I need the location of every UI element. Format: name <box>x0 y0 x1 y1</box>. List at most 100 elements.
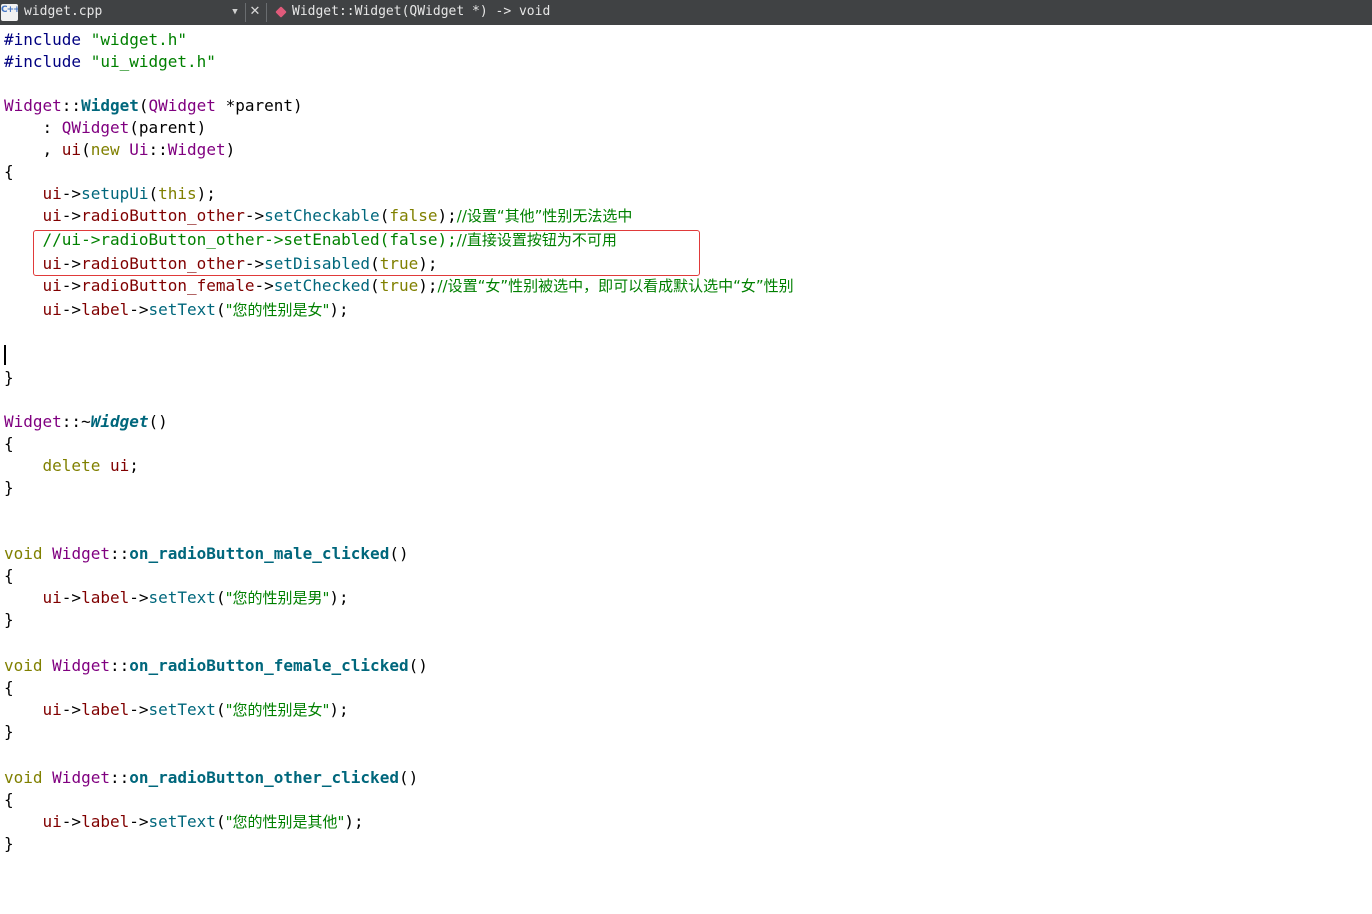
code-line-19: { <box>4 433 14 455</box>
function-call: setupUi <box>81 184 149 203</box>
member-variable: ui <box>109 456 130 475</box>
string-literal: "您的性别是男" <box>225 589 330 607</box>
function-definition: on_radioButton_male_clicked <box>129 544 390 563</box>
member-variable: ui <box>42 276 62 295</box>
function-definition: on_radioButton_female_clicked <box>129 656 409 675</box>
code-token: -> <box>254 276 274 295</box>
toolbar-divider <box>266 3 267 22</box>
code-line-30: { <box>4 677 14 699</box>
code-comment: //设置“女”性别被选中，即可以看成默认选中“女”性别 <box>437 277 794 295</box>
code-token: :: <box>109 544 130 563</box>
code-token: ); <box>418 276 438 295</box>
member-variable: ui <box>42 184 62 203</box>
code-token: { <box>4 566 14 585</box>
code-token: -> <box>129 588 149 607</box>
keyword: void <box>4 544 43 563</box>
namespace-name: Ui <box>129 140 149 159</box>
code-line-20: delete ui; <box>4 455 139 477</box>
code-token: (parent) <box>129 118 207 137</box>
code-token: ( <box>81 140 91 159</box>
editor-toolbar: C++ widget.cpp ▼ ✕ Widget::Widget(QWidge… <box>0 0 1372 25</box>
code-line-6: , ui(new Ui::Widget) <box>4 139 236 161</box>
code-token: ); <box>329 700 349 719</box>
close-file-button[interactable]: ✕ <box>247 4 263 20</box>
toolbar-divider <box>245 3 246 22</box>
class-name: Widget <box>4 412 62 431</box>
file-dropdown-icon[interactable]: ▼ <box>228 4 242 20</box>
code-line-36: ui->label->setText("您的性别是其他"); <box>4 811 364 833</box>
code-line-26: ui->label->setText("您的性别是男"); <box>4 587 349 609</box>
member-variable: ui <box>42 588 62 607</box>
code-token: ); <box>196 184 216 203</box>
code-token: ( <box>379 206 390 225</box>
class-name: Widget <box>4 96 62 115</box>
text-cursor <box>4 345 6 365</box>
code-token: ( <box>215 812 226 831</box>
code-token: ); <box>344 812 364 831</box>
code-line-1: #include "widget.h" <box>4 29 187 51</box>
annotation-highlight-box <box>33 230 700 276</box>
keyword: true <box>379 276 419 295</box>
code-token: -> <box>129 812 149 831</box>
code-token: -> <box>129 700 149 719</box>
code-token: ( <box>215 300 226 319</box>
code-line-25: { <box>4 565 14 587</box>
code-token: -> <box>61 812 82 831</box>
code-line-4: Widget::Widget(QWidget *parent) <box>4 95 303 117</box>
function-call: setCheckable <box>264 206 380 225</box>
code-line-7: { <box>4 161 14 183</box>
function-call: setText <box>148 300 216 319</box>
function-call: setText <box>148 700 216 719</box>
code-line-32: } <box>4 721 14 743</box>
function-call: setChecked <box>273 276 371 295</box>
function-call: setText <box>148 588 216 607</box>
code-token: ( <box>148 184 159 203</box>
string-literal: "您的性别是女" <box>225 301 330 319</box>
code-line-21: } <box>4 477 14 499</box>
member-variable: label <box>81 300 130 319</box>
code-token: :: <box>109 768 130 787</box>
code-token: } <box>4 610 14 629</box>
string-literal: "您的性别是其他" <box>225 813 345 831</box>
class-name: Widget <box>52 544 110 563</box>
code-token: -> <box>61 184 82 203</box>
member-variable: ui <box>61 140 82 159</box>
keyword: delete <box>42 456 101 475</box>
keyword: false <box>389 206 438 225</box>
member-variable: label <box>81 588 130 607</box>
code-line-16: } <box>4 367 14 389</box>
include-path: "ui_widget.h" <box>90 52 216 71</box>
code-comment: //设置“其他”性别无法选中 <box>456 207 633 225</box>
code-token: , <box>4 140 62 159</box>
code-token: : <box>4 118 62 137</box>
code-token: ); <box>437 206 457 225</box>
code-token: () <box>148 412 168 431</box>
member-variable: ui <box>42 812 62 831</box>
code-token: } <box>4 368 14 387</box>
code-editor[interactable]: #include "widget.h" #include "ui_widget.… <box>0 25 1372 914</box>
member-variable: label <box>81 700 130 719</box>
code-token: ( <box>215 700 226 719</box>
code-line-5: : QWidget(parent) <box>4 117 207 139</box>
current-symbol-selector[interactable]: Widget::Widget(QWidget *) -> void <box>292 4 550 19</box>
cpp-file-icon: C++ <box>1 4 18 21</box>
code-token: -> <box>61 588 82 607</box>
code-token: { <box>4 162 14 181</box>
code-token: :: <box>61 96 82 115</box>
code-token: () <box>389 544 409 563</box>
keyword: new <box>90 140 120 159</box>
open-file-name[interactable]: widget.cpp <box>24 4 102 19</box>
class-name: Widget <box>167 140 226 159</box>
code-line-27: } <box>4 609 14 631</box>
code-line-8: ui->setupUi(this); <box>4 183 216 205</box>
code-token: *parent) <box>215 96 303 115</box>
type-name: QWidget <box>61 118 130 137</box>
member-variable: radioButton_other <box>81 206 245 225</box>
code-token: ; <box>129 456 139 475</box>
